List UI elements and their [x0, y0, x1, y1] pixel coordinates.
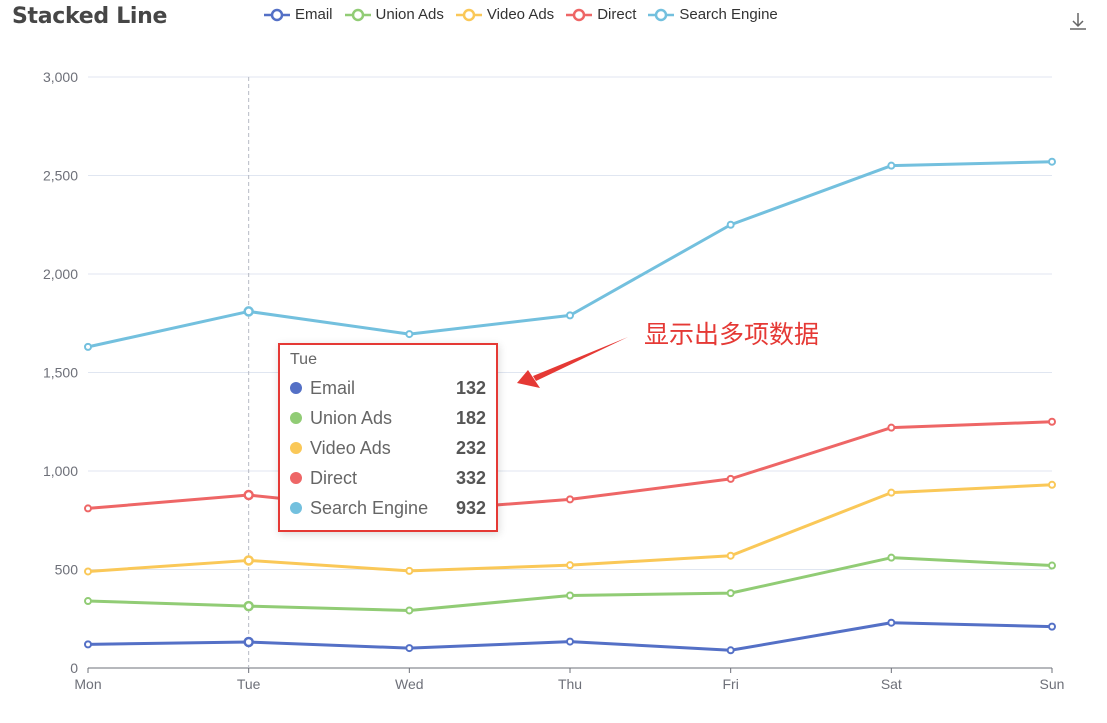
- data-point[interactable]: [887, 423, 896, 432]
- data-point[interactable]: [84, 640, 92, 649]
- tooltip-header: Tue: [290, 351, 317, 368]
- tooltip-series-name: Video Ads: [310, 437, 391, 458]
- data-point[interactable]: [84, 597, 92, 606]
- tooltip-series-name: Union Ads: [310, 407, 393, 428]
- data-point[interactable]: [1048, 561, 1056, 570]
- data-point[interactable]: [566, 311, 574, 320]
- series-direct: [84, 417, 1056, 516]
- y-tick-label: 1,500: [43, 365, 78, 381]
- data-point[interactable]: [405, 606, 414, 615]
- data-point[interactable]: [566, 591, 574, 600]
- series-marker-icon: [290, 502, 302, 514]
- x-tick-label: Wed: [395, 676, 424, 692]
- data-point[interactable]: [84, 504, 92, 513]
- data-point[interactable]: [84, 567, 92, 576]
- tooltip-series-name: Direct: [310, 467, 358, 488]
- data-point[interactable]: [405, 330, 414, 339]
- tooltip-row: Union Ads 182: [290, 403, 486, 433]
- tooltip-series-value: 932: [455, 497, 486, 518]
- data-point[interactable]: [887, 618, 896, 627]
- y-tick-label: 1,000: [43, 463, 78, 479]
- series-marker-icon: [290, 472, 302, 484]
- data-point[interactable]: [887, 488, 896, 497]
- tooltip-row: Email 132: [290, 373, 486, 403]
- x-tick-label: Sat: [881, 676, 902, 692]
- data-point[interactable]: [726, 589, 735, 598]
- series-marker-icon: [290, 382, 302, 394]
- y-tick-label: 3,000: [43, 69, 78, 85]
- tooltip-series-value: 232: [455, 437, 486, 458]
- data-point[interactable]: [566, 495, 574, 504]
- data-point[interactable]: [84, 342, 92, 351]
- data-point[interactable]: [405, 644, 414, 653]
- tooltip-series-value: 132: [455, 377, 486, 398]
- data-point[interactable]: [243, 489, 254, 501]
- tooltip-series-value: 332: [455, 467, 486, 488]
- data-point[interactable]: [1048, 157, 1056, 166]
- series-search-engine: [84, 157, 1056, 351]
- annotation-arrow: [517, 337, 628, 388]
- data-point[interactable]: [243, 555, 254, 566]
- data-point[interactable]: [1048, 622, 1056, 631]
- data-point[interactable]: [243, 636, 254, 648]
- data-point[interactable]: [726, 220, 735, 229]
- x-tick-label: Tue: [237, 676, 261, 692]
- data-point[interactable]: [726, 646, 735, 655]
- tooltip-row: Video Ads 232: [290, 433, 486, 463]
- tooltip-series-value: 182: [455, 407, 486, 428]
- data-point[interactable]: [243, 600, 254, 612]
- data-point[interactable]: [1048, 417, 1056, 426]
- series-marker-icon: [290, 442, 302, 454]
- tooltip-series-name: Email: [310, 377, 356, 398]
- data-point[interactable]: [887, 161, 896, 170]
- data-point[interactable]: [1048, 480, 1056, 489]
- y-tick-label: 2,000: [43, 266, 78, 282]
- tooltip-row: Search Engine 932: [290, 493, 486, 523]
- data-point[interactable]: [566, 637, 574, 646]
- data-point[interactable]: [405, 566, 414, 575]
- series-email: [84, 618, 1056, 655]
- data-point[interactable]: [726, 551, 735, 560]
- series-marker-icon: [290, 412, 302, 424]
- tooltip-rows: Email 132 Union Ads 182 Video Ads 232 Direct 33…: [290, 373, 486, 523]
- x-tick-label: Thu: [558, 676, 582, 692]
- series-line-email: [87, 621, 1053, 652]
- annotation-text: 显示出多项数据: [644, 320, 820, 349]
- data-point[interactable]: [566, 561, 574, 570]
- y-tick-label: 2,500: [43, 168, 78, 184]
- data-point[interactable]: [726, 474, 735, 483]
- y-tick-label: 500: [55, 562, 79, 578]
- chart-plot: 0 500 1,000 1,500 2,000 2,500 3,000 Mon Tue Wed Th…: [43, 69, 1065, 692]
- data-point[interactable]: [243, 306, 254, 317]
- x-tick-label: Fri: [723, 676, 739, 692]
- tooltip-series-name: Search Engine: [310, 497, 429, 518]
- tooltip: Tue Email 132 Union Ads 182 Video Ads 232 Dire…: [278, 343, 498, 532]
- tooltip-row: Direct 332: [290, 463, 486, 493]
- data-point[interactable]: [887, 553, 896, 562]
- y-tick-label: 0: [70, 660, 78, 676]
- x-tick-label: Mon: [74, 676, 101, 692]
- x-tick-label: Sun: [1040, 676, 1065, 692]
